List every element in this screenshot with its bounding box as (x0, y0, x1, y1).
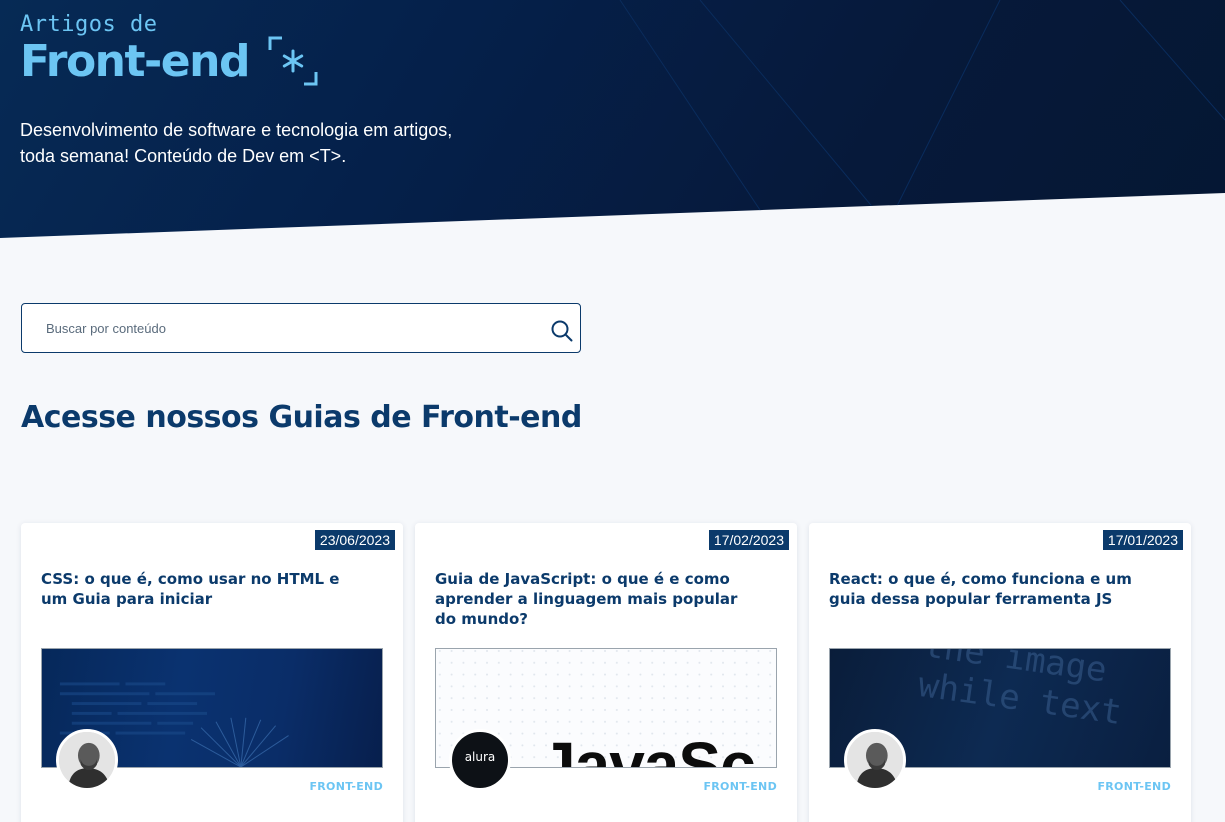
card-title[interactable]: Guia de JavaScript: o que é e como apren… (435, 569, 755, 629)
person-icon (847, 732, 903, 788)
author-avatar[interactable] (56, 729, 118, 791)
card-date: 17/01/2023 (1102, 530, 1183, 550)
card-category-tag[interactable]: FRONT-END (1097, 780, 1171, 793)
article-card[interactable]: 17/02/2023 Guia de JavaScript: o que é e… (415, 523, 797, 822)
article-card[interactable]: 23/06/2023 CSS: o que é, como usar no HT… (21, 523, 403, 822)
js-banner-text: JavaSc (540, 729, 756, 768)
search-icon[interactable] (551, 320, 573, 342)
hero-eyebrow: Artigos de (20, 12, 158, 37)
hero-description-line1: Desenvolvimento de software e tecnologia… (20, 120, 453, 140)
card-date: 17/02/2023 (708, 530, 789, 550)
author-avatar[interactable] (844, 729, 906, 791)
card-date: 23/06/2023 (314, 530, 395, 550)
card-category-tag[interactable]: FRONT-END (703, 780, 777, 793)
article-card[interactable]: 17/01/2023 React: o que é, como funciona… (809, 523, 1191, 822)
hero-description: Desenvolvimento de software e tecnologia… (20, 117, 480, 169)
card-category-tag[interactable]: FRONT-END (309, 780, 383, 793)
hero-title: Front-end (20, 36, 250, 87)
react-banner-text: the image while text (915, 648, 1124, 734)
search-box (21, 303, 581, 353)
section-title: Acesse nossos Guias de Front-end (21, 400, 582, 435)
hero-description-line2: toda semana! Conteúdo de Dev em <T>. (20, 146, 347, 166)
hero-banner: Artigos de Front-end Desenvolvimento de … (0, 0, 1225, 238)
person-icon (59, 732, 115, 788)
card-title[interactable]: React: o que é, como funciona e um guia … (829, 569, 1149, 609)
alura-logo-text: alura (464, 750, 496, 764)
card-title[interactable]: CSS: o que é, como usar no HTML e um Gui… (41, 569, 361, 609)
brackets-asterisk-icon (268, 36, 318, 86)
alura-logo[interactable]: alura (449, 729, 511, 791)
search-input[interactable] (46, 304, 516, 352)
